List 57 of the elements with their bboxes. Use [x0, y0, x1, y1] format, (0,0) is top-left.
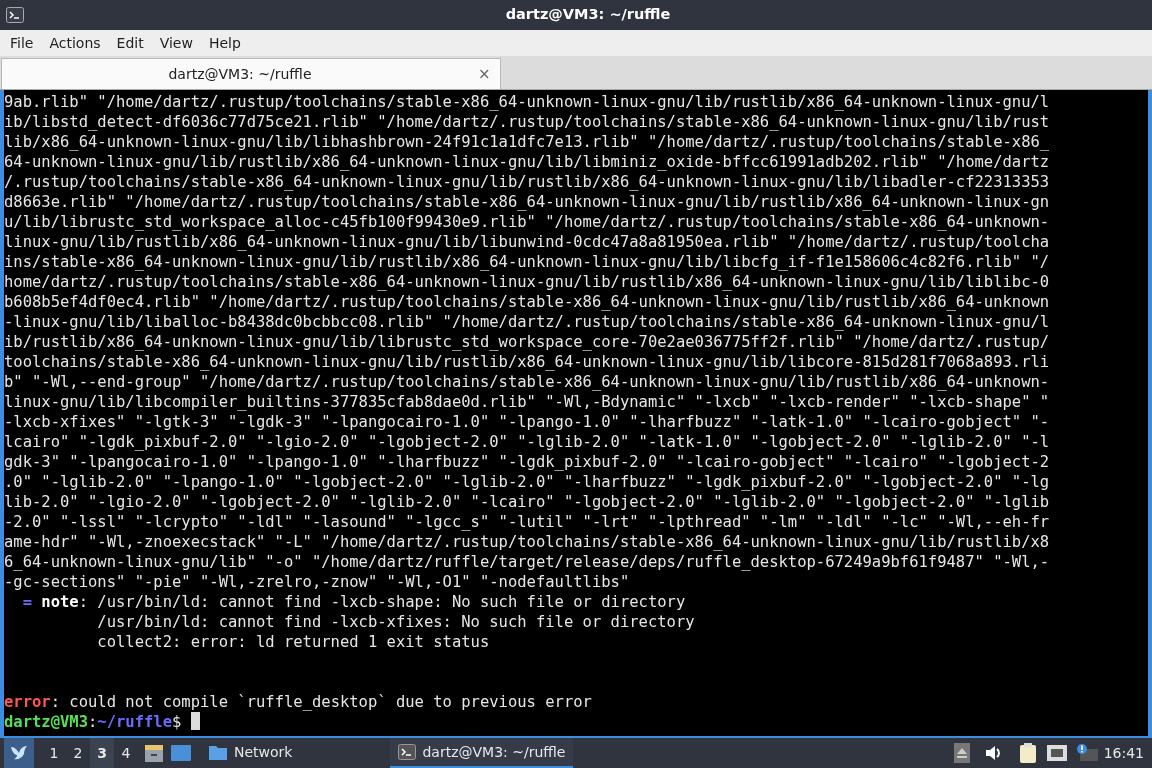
network-icon[interactable] [1045, 744, 1068, 762]
terminal-line: ib/libstd_detect-df6036c77d75ce21.rlib" "/home/dartz/.rustup/toolchains/stable-x86_64-unknown-linux-gnu/lib/rust [4, 113, 1050, 131]
terminal-line: b" "-Wl,--end-group" "/home/dartz/.rustup/toolchains/stable-x86_64-unknown-linux-gnu/lib/rustlib/x86_64-unknown- [4, 373, 1050, 391]
workspace-button[interactable]: 1 [42, 738, 66, 768]
terminal-line: ame-hdr" "-Wl,-znoexecstack" "-L" "/home/dartz/.rustup/toolchains/stable-x86_64-unknown-linux-gnu/lib/rustlib/x8 [4, 533, 1050, 551]
terminal-line: u/lib/librustc_std_workspace_alloc-c45fb100f99430e9.rlib" "/home/dartz/.rustup/toolchains/stable-x86_64-unknown- [4, 213, 1050, 231]
terminal-line: gdk-3" "-lpangocairo-1.0" "-lpango-1.0" "-lharfbuzz" "-lgdk_pixbuf-2.0" "-lcairo-gobject" "-lcairo" "-lgobject-2 [4, 453, 1050, 471]
taskbar-button[interactable]: dartz@VM3: ~/ruffle [390, 738, 574, 768]
terminal-line: /usr/bin/ld: cannot find -lxcb-xfixes: No such file or directory [96, 613, 695, 631]
file-cabinet-icon[interactable] [144, 743, 164, 763]
terminal-line: home/dartz/.rustup/toolchains/stable-x86_64-unknown-linux-gnu/lib/rustlib/x86_64-unknown-linux-gnu/lib/liblibc-0 [4, 273, 1050, 291]
clipboard-icon[interactable] [1017, 742, 1038, 764]
terminal-line: ins/stable-x86_64-unknown-linux-gnu/lib/rustlib/x86_64-unknown-linux-gnu/lib/libcfg_if-f1e158606c4c82f6.rlib" "/ [4, 253, 1050, 271]
close-button[interactable]: × [478, 62, 500, 86]
terminal-line: 9ab.rlib" "/home/dartz/.rustup/toolchains/stable-x86_64-unknown-linux-gnu/lib/rustlib/x86_64-unknown-linux-gnu/l [4, 93, 1050, 111]
window-title: dartz@VM3: ~/ruffle [504, 5, 672, 25]
terminal-line: d8663e.rlib" "/home/dartz/.rustup/toolchains/stable-x86_64-unknown-linux-gnu/lib/rustlib/x86_64-unknown-linux-gn [4, 193, 1050, 211]
terminal-line: -gc-sections" "-pie" "-Wl,-zrelro,-znow" "-Wl,-O1" "-nodefaultlibs" [4, 573, 630, 591]
menu-item[interactable]: File [2, 32, 42, 54]
terminal-tab[interactable]: dartz@VM3: ~/ruffle × [1, 58, 501, 89]
terminal-line: 64-unknown-linux-gnu/lib/rustlib/x86_64-unknown-linux-gnu/lib/libminiz_oxide-bffcc61991adb202.rlib" "/home/dartz [4, 153, 1050, 171]
notification-icon[interactable] [1075, 743, 1098, 763]
terminal-line: lib/x86_64-unknown-linux-gnu/lib/libhashbrown-24f91c1a1dfc7e13.rlib" "/home/dartz/.rustup/toolchains/stable-x86_ [4, 133, 1050, 151]
taskbar-button[interactable]: Network [200, 738, 301, 768]
terminal-line: = note: /usr/bin/ld: cannot find -lxcb-shape: No such file or directory [21, 593, 686, 611]
text-cursor [190, 712, 200, 730]
clock: 16:41 [1103, 743, 1144, 763]
terminal-icon [6, 7, 24, 23]
terminal-line: .0" "-lglib-2.0" "-lpango-1.0" "-lgobject-2.0" "-lglib-2.0" "-lharfbuzz" "-lgdk_pixbuf-2.0" "-lgobject-2.0" "-lg [4, 473, 1050, 491]
workspace-button[interactable]: 3 [90, 738, 114, 768]
terminal-line: toolchains/stable-x86_64-unknown-linux-gnu/lib/rustlib/x86_64-unknown-linux-gnu/lib/libcore-815d281f7068a893.rli [4, 353, 1050, 371]
terminal-line: linux-gnu/lib/rustlib/x86_64-unknown-linux-gnu/lib/libunwind-0cdc47a8a81950ea.rlib" "/home/dartz/.rustup/toolcha [4, 233, 1050, 251]
window-icon[interactable] [170, 743, 192, 763]
terminal-line: lib-2.0" "-lgio-2.0" "-lgobject-2.0" "-lglib-2.0" "-lcairo" "-lgobject-2.0" "-lglib-2.0" "-lgobject-2.0" "-lglib [4, 493, 1050, 511]
menu-item[interactable]: Help [200, 32, 249, 54]
workspace-button[interactable]: 2 [66, 738, 90, 768]
error-message: error: could not compile `ruffle_desktop` due to previous error [4, 693, 592, 711]
terminal-icon [398, 744, 417, 760]
terminal-line: b608b5ef4df0ec4.rlib" "/home/dartz/.rustup/toolchains/stable-x86_64-unknown-linux-gnu/lib/rustlib/x86_64-unknown [4, 293, 1050, 311]
terminal-line: collect2: error: ld returned 1 exit status [96, 633, 490, 651]
terminal-line: lcairo" "-lgdk_pixbuf-2.0" "-lgio-2.0" "-lgobject-2.0" "-lglib-2.0" "-latk-1.0" "-lgobject-2.0" "-lglib-2.0" "-l [4, 433, 1050, 451]
terminal-line: ib/rustlib/x86_64-unknown-linux-gnu/lib/librustc_std_workspace_core-70e2ae036775ff2f.rlib" "/home/dartz/.rustup/ [4, 333, 1050, 351]
shell-prompt: dartz@VM3:~/ruffle$ [4, 713, 183, 731]
menu-item[interactable]: Edit [108, 32, 152, 54]
terminal-line: /.rustup/toolchains/stable-x86_64-unknown-linux-gnu/lib/rustlib/x86_64-unknown-linux-gnu/lib/libadler-cf22313353 [4, 173, 1050, 191]
start-menu-button[interactable] [4, 738, 34, 768]
terminal-line: linux-gnu/lib/libcompiler_builtins-377835cfab8dae0d.rlib" "-Wl,-Bdynamic" "-lxcb" "-lxcb-render" "-lxcb-shape" " [4, 393, 1050, 411]
workspace-button[interactable]: 4 [114, 738, 138, 768]
terminal-line: -linux-gnu/lib/liballoc-b8438dc0bcbbcc08.rlib" "/home/dartz/.rustup/toolchains/stable-x86_64-unknown-linux-gnu/l [4, 313, 1050, 331]
bird-icon [9, 744, 29, 762]
terminal-line: -lxcb-xfixes" "-lgtk-3" "-lgdk-3" "-lpangocairo-1.0" "-lpango-1.0" "-lharfbuzz" "-latk-1.0" "-lcairo-gobject" "- [4, 413, 1050, 431]
menu-item[interactable]: View [151, 32, 201, 54]
terminal-line: 6_64-unknown-linux-gnu/lib" "-o" "/home/dartz/ruffle/target/release/deps/ruffle_desktop-67249a9bf61f9487" "-Wl,- [4, 553, 1050, 571]
menu-item[interactable]: Actions [41, 32, 109, 54]
folder-icon [208, 743, 228, 761]
terminal-line: -2.0" "-lssl" "-lcrypto" "-ldl" "-lasound" "-lgcc_s" "-lutil" "-lrt" "-lpthread" "-lm" "-ldl" "-lc" "-Wl,--eh-fr [4, 513, 1050, 531]
eject-icon[interactable] [953, 743, 970, 763]
